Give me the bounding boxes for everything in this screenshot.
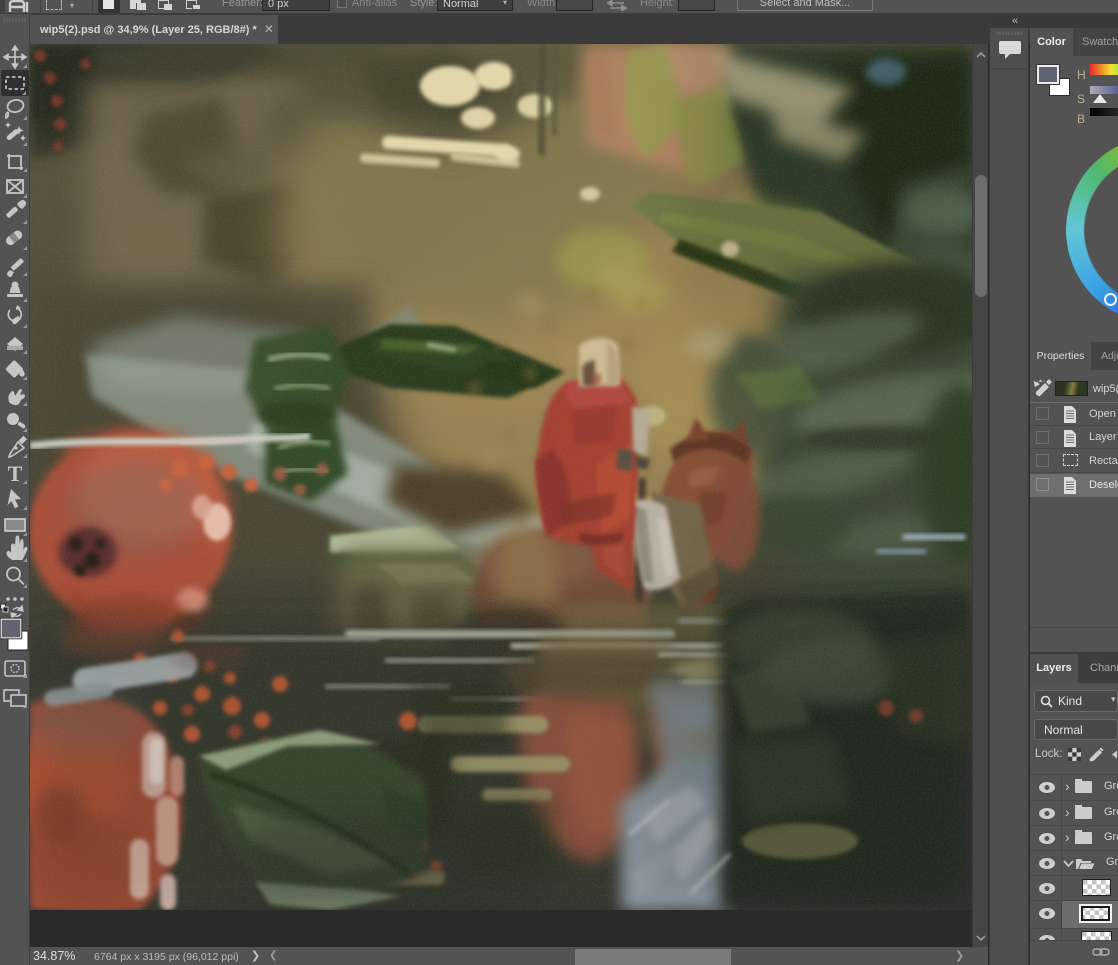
svg-text:T: T xyxy=(8,461,23,486)
